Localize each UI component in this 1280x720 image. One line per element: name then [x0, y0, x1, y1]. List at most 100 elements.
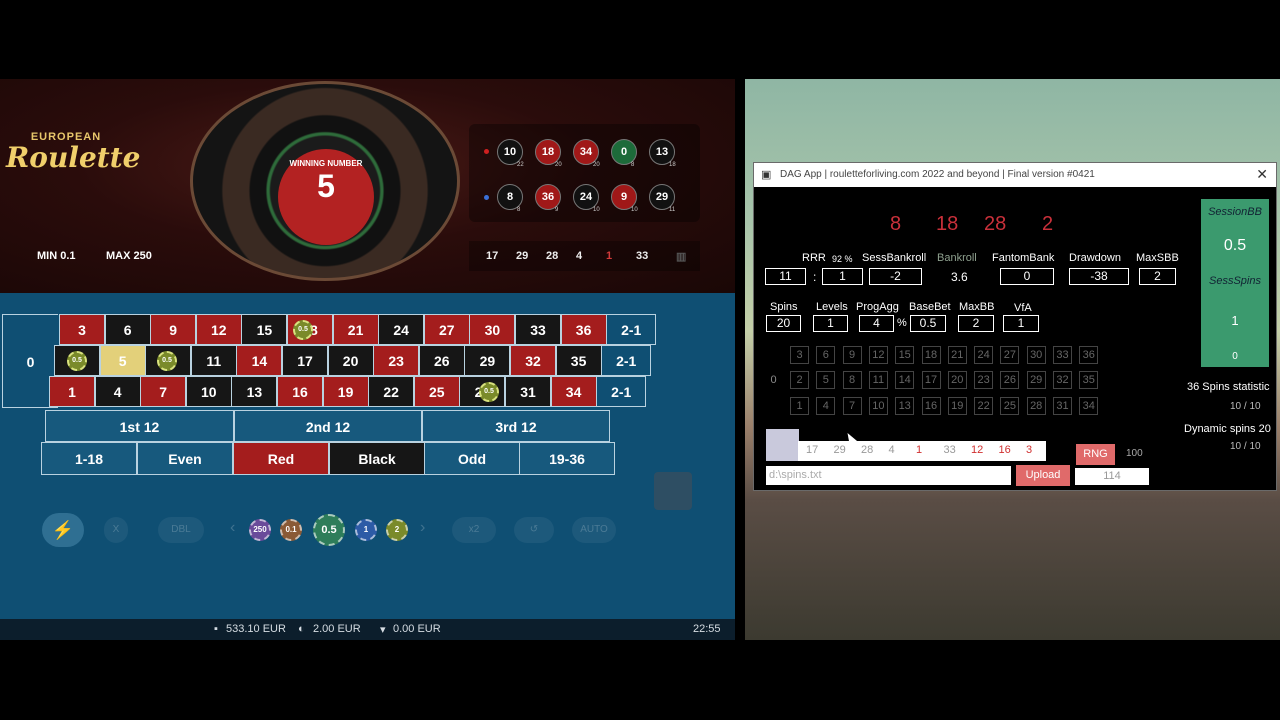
bet-number[interactable]: 9 [150, 314, 197, 345]
grid-number[interactable]: 12 [868, 346, 888, 364]
bet-number[interactable]: 1 [49, 376, 95, 407]
grid-number[interactable]: 9 [842, 346, 862, 364]
bet-number[interactable]: 29 [464, 345, 511, 376]
grid-number[interactable]: 8 [842, 371, 862, 389]
disabled-control[interactable]: X [104, 517, 128, 543]
bet-number[interactable]: 12 [195, 314, 242, 345]
bet-column[interactable]: 2-1 [606, 314, 657, 345]
maxbb-field[interactable]: 2 [958, 315, 994, 332]
chip-selector[interactable]: 2 [386, 519, 408, 541]
grid-number[interactable]: 36 [1079, 346, 1099, 364]
bet-outside[interactable]: Odd [424, 442, 520, 475]
bet-dozen[interactable]: 2nd 12 [234, 410, 422, 442]
grid-number[interactable]: 2 [790, 371, 809, 389]
bet-number[interactable]: 27 [423, 314, 470, 345]
bet-number[interactable]: 25 [413, 376, 460, 407]
bet-number[interactable]: 26 [418, 345, 465, 376]
bet-number[interactable]: 15 [241, 314, 288, 345]
bet-number[interactable]: 36 [560, 314, 607, 345]
bet-outside[interactable]: 19-36 [519, 442, 615, 475]
grid-number[interactable]: 7 [842, 397, 862, 415]
bet-number[interactable]: 5 [99, 345, 146, 376]
grid-number[interactable]: 20 [947, 371, 967, 389]
grid-number[interactable]: 22 [974, 397, 994, 415]
basebet-field[interactable]: 0.5 [910, 315, 946, 332]
grid-number[interactable]: 15 [895, 346, 915, 364]
grid-number[interactable]: 30 [1026, 346, 1046, 364]
bet-number[interactable]: 23 [373, 345, 420, 376]
chevron-left-icon[interactable]: ‹ [230, 519, 235, 537]
chip-selector[interactable]: 1 [355, 519, 377, 541]
grid-number[interactable]: 16 [921, 397, 941, 415]
chip-selector[interactable]: 0.1 [280, 519, 302, 541]
levels-field[interactable]: 1 [813, 315, 848, 332]
close-icon[interactable]: ✕ [1256, 166, 1268, 183]
grid-number[interactable]: 34 [1079, 397, 1099, 415]
bet-number[interactable]: 3 [59, 314, 105, 345]
spins-file-path-input[interactable]: d:\spins.txt [766, 466, 1011, 485]
bet-number[interactable]: 10 [185, 376, 232, 407]
grid-number[interactable]: 19 [947, 397, 967, 415]
grid-number[interactable]: 11 [868, 371, 888, 389]
drawdown-field[interactable]: -38 [1069, 268, 1129, 285]
bet-number[interactable]: 6 [104, 314, 151, 345]
upload-button[interactable]: Upload [1016, 465, 1070, 486]
bet-number[interactable]: 30 [469, 314, 516, 345]
bet-number[interactable]: 34 [550, 376, 597, 407]
bet-outside[interactable]: 1-18 [41, 442, 137, 475]
vfa-field[interactable]: 1 [1003, 315, 1039, 332]
spins-field[interactable]: 20 [766, 315, 801, 332]
stats-icon[interactable]: ▥ [676, 250, 686, 263]
bet-number[interactable]: 24 [378, 314, 425, 345]
rrr-a-field[interactable]: 11 [765, 268, 806, 285]
bet-number[interactable]: 7 [140, 376, 187, 407]
grid-number[interactable]: 1 [790, 397, 809, 415]
grid-number[interactable]: 29 [1026, 371, 1046, 389]
bet-number[interactable]: 19 [322, 376, 369, 407]
chip-selector[interactable]: 0.5 [313, 514, 345, 546]
bet-number[interactable]: 11 [190, 345, 237, 376]
progagg-field[interactable]: 4 [859, 315, 894, 332]
grid-number[interactable]: 18 [921, 346, 941, 364]
bet-number[interactable]: 13 [231, 376, 278, 407]
bet-column[interactable]: 2-1 [596, 376, 647, 407]
bet-number[interactable]: 17 [282, 345, 328, 376]
grid-number[interactable]: 17 [921, 371, 941, 389]
grid-number[interactable]: 13 [895, 397, 915, 415]
bet-number[interactable]: 32 [510, 345, 556, 376]
grid-number[interactable]: 21 [947, 346, 967, 364]
grid-number[interactable]: 32 [1053, 371, 1072, 389]
bet-number[interactable]: 4 [94, 376, 141, 407]
grid-number[interactable]: 25 [1000, 397, 1020, 415]
undo-icon[interactable]: ↺ [514, 517, 554, 543]
disabled-control[interactable]: x2 [452, 517, 496, 543]
fantombank-field[interactable]: 0 [1000, 268, 1054, 285]
bet-number[interactable]: 14 [236, 345, 283, 376]
disabled-control[interactable]: AUTO [572, 517, 616, 543]
rng-button[interactable]: RNG [1076, 444, 1115, 465]
bet-number[interactable]: 33 [515, 314, 561, 345]
bet-dozen[interactable]: 1st 12 [45, 410, 234, 442]
spin-square-button[interactable] [654, 472, 692, 510]
grid-number[interactable]: 26 [1000, 371, 1020, 389]
grid-number[interactable]: 33 [1053, 346, 1072, 364]
bet-column[interactable]: 2-1 [601, 345, 652, 376]
disabled-control[interactable]: DBL [158, 517, 204, 543]
sess-bankroll-field[interactable]: -2 [869, 268, 922, 285]
grid-number[interactable]: 31 [1053, 397, 1072, 415]
grid-zero[interactable]: 0 [764, 371, 783, 389]
chip-selector[interactable]: 250 [249, 519, 271, 541]
grid-number[interactable]: 23 [974, 371, 994, 389]
maxsbb-field[interactable]: 2 [1139, 268, 1176, 285]
grid-number[interactable]: 3 [790, 346, 809, 364]
grid-number[interactable]: 4 [816, 397, 836, 415]
bet-number[interactable]: 20 [327, 345, 374, 376]
bet-outside[interactable]: Red [233, 442, 329, 475]
lightning-icon[interactable]: ⚡ [42, 513, 84, 547]
bet-number[interactable]: 31 [505, 376, 551, 407]
bet-number[interactable]: 35 [555, 345, 602, 376]
chevron-right-icon[interactable]: › [420, 519, 425, 537]
bet-outside[interactable]: Black [329, 442, 425, 475]
grid-number[interactable]: 14 [895, 371, 915, 389]
grid-number[interactable]: 6 [816, 346, 836, 364]
